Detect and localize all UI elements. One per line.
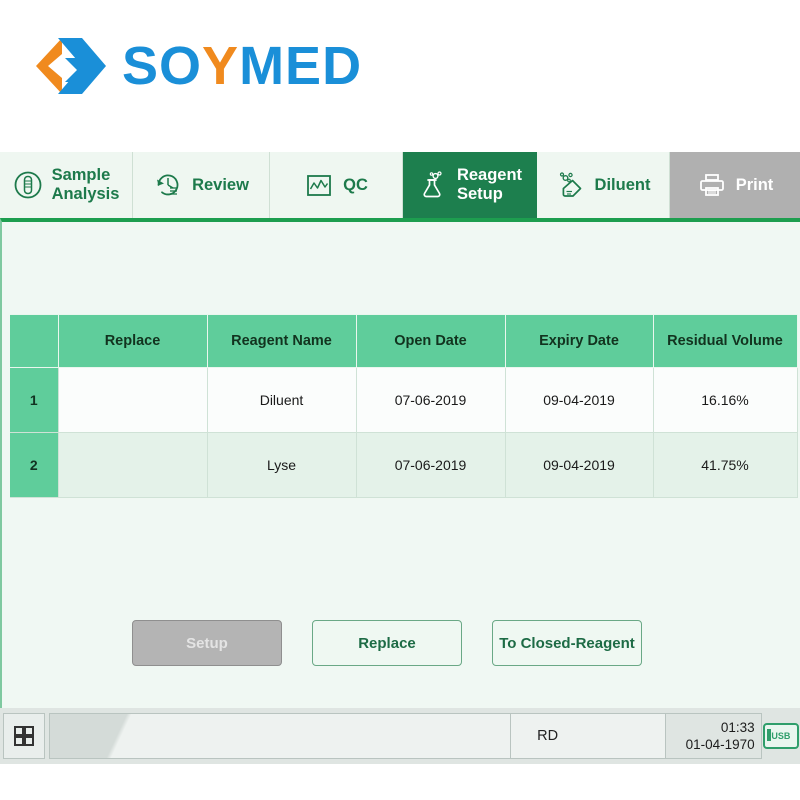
tab-qc[interactable]: QC [270, 152, 403, 218]
tab-sample-analysis[interactable]: Sample Analysis [0, 152, 133, 218]
tab-label: Reagent Setup [456, 166, 523, 203]
status-bar: RD 01:33 01-04-1970 USB [0, 708, 800, 764]
brand-header: SOYMED [0, 0, 800, 152]
reagent-setup-panel: Replace Reagent Name Open Date Expiry Da… [0, 218, 800, 708]
tab-review[interactable]: Review [133, 152, 270, 218]
tab-print[interactable]: Print [670, 152, 800, 218]
table-row[interactable]: 1 Diluent 07-06-2019 09-04-2019 16.16% [10, 367, 798, 433]
cell-residual-volume: 16.16% [652, 367, 798, 433]
status-time: 01:33 [720, 720, 755, 735]
column-header-index [10, 314, 59, 368]
cell-open-date: 07-06-2019 [355, 367, 506, 433]
cell-replace[interactable] [57, 432, 208, 498]
status-datetime: 01:33 01-04-1970 [665, 713, 762, 759]
cell-expiry-date: 09-04-2019 [504, 432, 654, 498]
tab-label: Review [192, 175, 249, 194]
replace-button[interactable]: Replace [312, 620, 462, 666]
reagent-table-container: Replace Reagent Name Open Date Expiry Da… [10, 314, 798, 498]
cell-open-date: 07-06-2019 [355, 432, 506, 498]
tab-label: Print [735, 175, 774, 194]
usb-label: USB [762, 723, 799, 749]
action-button-row: Setup Replace To Closed-Reagent [2, 620, 800, 668]
cell-reagent-name: Lyse [206, 432, 357, 498]
column-header-replace: Replace [57, 314, 208, 368]
column-header-reagent-name: Reagent Name [206, 314, 357, 368]
column-header-expiry-date: Expiry Date [504, 314, 654, 368]
cell-residual-volume: 41.75% [652, 432, 798, 498]
tab-label: QC [343, 175, 368, 194]
status-message-area [49, 713, 512, 759]
main-tabbar: Sample Analysis Review QC Reagent Setup … [0, 152, 800, 218]
printer-icon [697, 170, 727, 200]
test-tube-circle-icon [13, 170, 43, 200]
usb-device-icon[interactable]: USB [762, 713, 800, 759]
cell-index: 1 [10, 367, 59, 433]
table-row[interactable]: 2 Lyse 07-06-2019 09-04-2019 41.75% [10, 432, 798, 498]
cell-reagent-name: Diluent [206, 367, 357, 433]
status-date: 01-04-1970 [685, 737, 755, 752]
tab-label: Sample Analysis [51, 166, 120, 203]
tab-reagent-setup[interactable]: Reagent Setup [403, 152, 537, 218]
chart-frame-icon [304, 170, 334, 200]
tab-diluent[interactable]: Diluent [537, 152, 670, 218]
setup-button[interactable]: Setup [132, 620, 282, 666]
cell-replace[interactable] [57, 367, 208, 433]
cell-index: 2 [10, 432, 59, 498]
brand-wordmark: SOYMED [122, 33, 362, 99]
status-mode: RD [511, 713, 666, 759]
soymed-chevron-logo [32, 28, 118, 104]
grid-apps-icon[interactable] [3, 713, 46, 759]
column-header-open-date: Open Date [355, 314, 506, 368]
brand-name-part1: SO [122, 36, 203, 96]
flask-bubbles-icon [418, 170, 448, 200]
tab-label: Diluent [594, 175, 651, 194]
brand-name-part2: Y [202, 36, 240, 96]
reagent-table: Replace Reagent Name Open Date Expiry Da… [10, 314, 798, 498]
cell-expiry-date: 09-04-2019 [504, 367, 654, 433]
reagent-setup-screen: SOYMED Sample Analysis Review QC Reagent… [0, 0, 800, 800]
column-header-residual-volume: Residual Volume [652, 314, 798, 368]
history-clock-list-icon [153, 170, 183, 200]
brand-name-part3: MED [239, 36, 363, 96]
to-closed-reagent-button[interactable]: To Closed-Reagent [492, 620, 642, 666]
droplet-bubbles-icon [556, 170, 586, 200]
table-header-row: Replace Reagent Name Open Date Expiry Da… [10, 314, 798, 368]
